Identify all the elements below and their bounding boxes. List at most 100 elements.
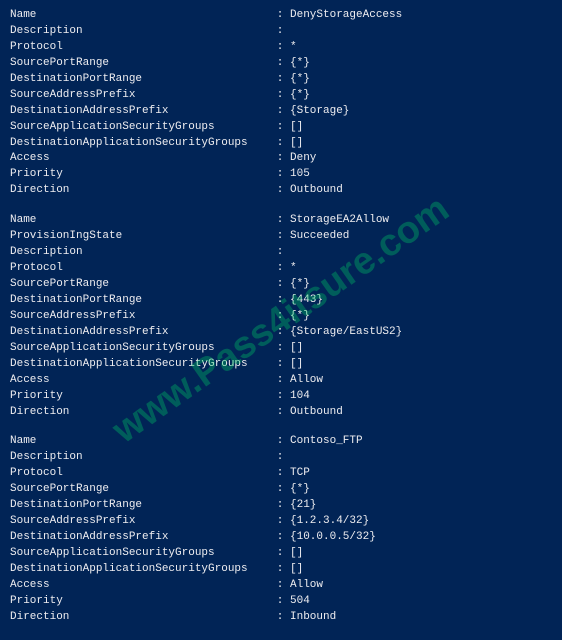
row-key: Priority bbox=[10, 594, 270, 610]
row-key: DestinationAddressPrefix bbox=[10, 530, 270, 546]
block-1: Name:StorageEA2AllowProvisionIngState:Su… bbox=[10, 213, 552, 420]
row-key: Name bbox=[10, 434, 270, 450]
row: Protocol:* bbox=[10, 40, 552, 56]
row-value: Deny bbox=[290, 151, 552, 167]
row: DestinationPortRange:{443} bbox=[10, 293, 552, 309]
row: SourceApplicationSecurityGroups:[] bbox=[10, 341, 552, 357]
row: SourceAddressPrefix:{*} bbox=[10, 88, 552, 104]
row: DestinationApplicationSecurityGroups:[] bbox=[10, 357, 552, 373]
row: SourceAddressPrefix:{1.2.3.4/32} bbox=[10, 514, 552, 530]
row-value: Allow bbox=[290, 578, 552, 594]
content: Name:DenyStorageAccessDescription:Protoc… bbox=[10, 8, 552, 626]
row-value: Allow bbox=[290, 373, 552, 389]
row-colon: : bbox=[270, 167, 290, 183]
row-colon: : bbox=[270, 229, 290, 245]
row-key: Protocol bbox=[10, 466, 270, 482]
row-colon: : bbox=[270, 56, 290, 72]
row-value: {1.2.3.4/32} bbox=[290, 514, 552, 530]
row-key: Protocol bbox=[10, 40, 270, 56]
row-key: Priority bbox=[10, 167, 270, 183]
row: Access:Allow bbox=[10, 373, 552, 389]
row: Name:Contoso_FTP bbox=[10, 434, 552, 450]
row: DestinationPortRange:{21} bbox=[10, 498, 552, 514]
row-colon: : bbox=[270, 183, 290, 199]
row: DestinationApplicationSecurityGroups:[] bbox=[10, 562, 552, 578]
row-value: * bbox=[290, 40, 552, 56]
row-colon: : bbox=[270, 594, 290, 610]
row-colon: : bbox=[270, 341, 290, 357]
row: Description: bbox=[10, 24, 552, 40]
row-colon: : bbox=[270, 72, 290, 88]
row-key: Description bbox=[10, 24, 270, 40]
row-value bbox=[290, 450, 552, 466]
row-colon: : bbox=[270, 357, 290, 373]
row: Access:Allow bbox=[10, 578, 552, 594]
row-colon: : bbox=[270, 325, 290, 341]
row-value: Inbound bbox=[290, 610, 552, 626]
row-value: * bbox=[290, 261, 552, 277]
row-colon: : bbox=[270, 482, 290, 498]
row-value: {21} bbox=[290, 498, 552, 514]
row-colon: : bbox=[270, 466, 290, 482]
row-value: DenyStorageAccess bbox=[290, 8, 552, 24]
row-key: Direction bbox=[10, 405, 270, 421]
row-colon: : bbox=[270, 562, 290, 578]
row: ProvisionIngState:Succeeded bbox=[10, 229, 552, 245]
row-colon: : bbox=[270, 104, 290, 120]
row-value: [] bbox=[290, 120, 552, 136]
row-colon: : bbox=[270, 213, 290, 229]
row: Protocol:TCP bbox=[10, 466, 552, 482]
row: DestinationPortRange:{*} bbox=[10, 72, 552, 88]
row: DestinationAddressPrefix:{10.0.0.5/32} bbox=[10, 530, 552, 546]
row-colon: : bbox=[270, 530, 290, 546]
row-key: DestinationApplicationSecurityGroups bbox=[10, 562, 270, 578]
row: Description: bbox=[10, 245, 552, 261]
row-key: DestinationApplicationSecurityGroups bbox=[10, 357, 270, 373]
row: Direction:Outbound bbox=[10, 405, 552, 421]
row-key: SourceAddressPrefix bbox=[10, 88, 270, 104]
row-value: Contoso_FTP bbox=[290, 434, 552, 450]
row-key: SourceAddressPrefix bbox=[10, 514, 270, 530]
block-divider bbox=[10, 426, 552, 434]
row-value: 104 bbox=[290, 389, 552, 405]
row: SourcePortRange:{*} bbox=[10, 56, 552, 72]
row-key: SourceApplicationSecurityGroups bbox=[10, 341, 270, 357]
block-divider bbox=[10, 205, 552, 213]
row-colon: : bbox=[270, 405, 290, 421]
row: Description: bbox=[10, 450, 552, 466]
row-value: {Storage} bbox=[290, 104, 552, 120]
row: SourceAddressPrefix:{*} bbox=[10, 309, 552, 325]
row-key: Description bbox=[10, 450, 270, 466]
row-value: {*} bbox=[290, 277, 552, 293]
row-colon: : bbox=[270, 514, 290, 530]
row-colon: : bbox=[270, 151, 290, 167]
row: Access:Deny bbox=[10, 151, 552, 167]
row-value: {*} bbox=[290, 72, 552, 88]
row-key: Name bbox=[10, 213, 270, 229]
row-key: DestinationPortRange bbox=[10, 293, 270, 309]
row-value bbox=[290, 24, 552, 40]
row-value: {*} bbox=[290, 88, 552, 104]
row-key: SourceApplicationSecurityGroups bbox=[10, 120, 270, 136]
row-colon: : bbox=[270, 120, 290, 136]
row-key: SourcePortRange bbox=[10, 482, 270, 498]
row-key: Access bbox=[10, 373, 270, 389]
row-key: Protocol bbox=[10, 261, 270, 277]
row-colon: : bbox=[270, 8, 290, 24]
row-colon: : bbox=[270, 546, 290, 562]
row: Direction:Inbound bbox=[10, 610, 552, 626]
row-key: DestinationPortRange bbox=[10, 498, 270, 514]
row-key: ProvisionIngState bbox=[10, 229, 270, 245]
row-value: {Storage/EastUS2} bbox=[290, 325, 552, 341]
row-key: Access bbox=[10, 151, 270, 167]
row: Protocol:* bbox=[10, 261, 552, 277]
row-colon: : bbox=[270, 578, 290, 594]
row-key: Description bbox=[10, 245, 270, 261]
row: Direction:Outbound bbox=[10, 183, 552, 199]
row: DestinationAddressPrefix:{Storage/EastUS… bbox=[10, 325, 552, 341]
row: Name:DenyStorageAccess bbox=[10, 8, 552, 24]
row-colon: : bbox=[270, 136, 290, 152]
row-key: DestinationAddressPrefix bbox=[10, 325, 270, 341]
row: Name:StorageEA2Allow bbox=[10, 213, 552, 229]
row-key: SourcePortRange bbox=[10, 56, 270, 72]
